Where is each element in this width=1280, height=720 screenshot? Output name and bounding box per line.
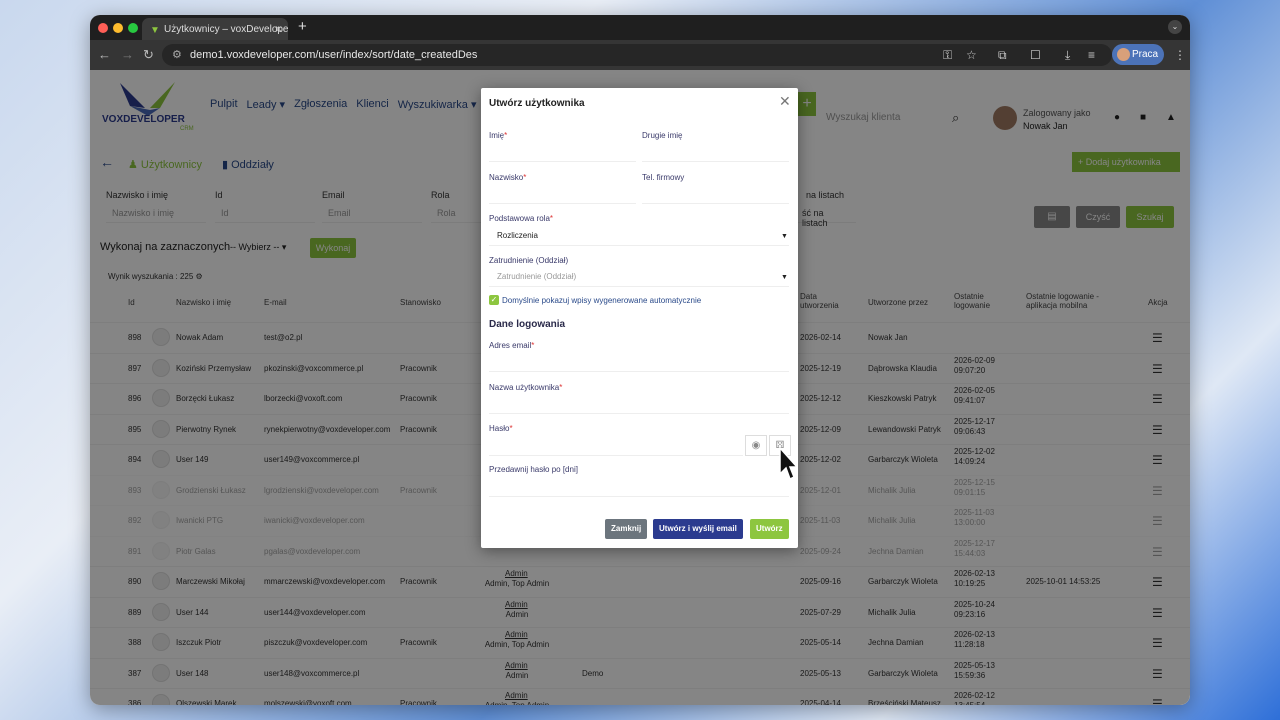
login-section-title: Dane logowania xyxy=(489,319,566,330)
reload-icon[interactable]: ↻ xyxy=(143,47,154,63)
base-role-caret-icon: ▼ xyxy=(781,233,788,240)
forward-icon[interactable]: → xyxy=(121,47,134,62)
create-and-send-email-button[interactable]: Utwórz i wyślij email xyxy=(653,519,743,539)
show-password-eye-icon[interactable]: ◉ xyxy=(745,435,767,456)
modal-close-icon[interactable]: ✕ xyxy=(779,93,791,110)
mouse-cursor-icon xyxy=(779,446,798,481)
site-info-icon[interactable]: ⚙ xyxy=(172,48,182,61)
create-user-modal: Utwórz użytkownika ✕ Imię* Drugie imię N… xyxy=(481,88,798,548)
maximize-window-button[interactable] xyxy=(128,23,138,33)
username-label: Nazwa użytkownika* xyxy=(489,383,563,392)
favicon-icon: ▼ xyxy=(150,25,160,36)
company-phone-input[interactable] xyxy=(642,184,789,204)
profile-button[interactable]: Praca xyxy=(1112,44,1164,65)
tab-title: Użytkownicy – voxDeveloper xyxy=(164,24,288,35)
browser-tab[interactable]: ▼ Użytkownicy – voxDeveloper × xyxy=(142,18,288,40)
base-role-label-text: Podstawowa rola xyxy=(489,214,550,223)
last-name-label-text: Nazwisko xyxy=(489,173,524,182)
password-expiry-label: Przedawnij hasło po [dni] xyxy=(489,465,578,474)
company-phone-label: Tel. firmowy xyxy=(642,173,685,182)
close-window-button[interactable] xyxy=(98,23,108,33)
create-button[interactable]: Utwórz xyxy=(750,519,789,539)
browser-menu-icon[interactable]: ⋮ xyxy=(1174,48,1186,62)
middle-name-label: Drugie imię xyxy=(642,131,683,140)
browser-window: ▼ Użytkownicy – voxDeveloper × + ⌄ ← → ↻… xyxy=(90,15,1190,705)
default-entries-label[interactable]: Domyślnie pokazuj wpisy wygenerowane aut… xyxy=(502,296,701,305)
email-label: Adres email* xyxy=(489,341,535,350)
extension-pin-icon[interactable]: ☐ xyxy=(1030,48,1041,62)
modal-title: Utwórz użytkownika xyxy=(489,98,585,109)
close-button[interactable]: Zamknij xyxy=(605,519,648,539)
tab-search-icon[interactable]: ⌄ xyxy=(1168,20,1182,34)
first-name-label-text: Imię xyxy=(489,131,505,140)
profile-label: Praca xyxy=(1132,49,1159,60)
password-key-icon[interactable]: ⚿ xyxy=(943,48,952,63)
first-name-label: Imię* xyxy=(489,131,508,140)
password-expiry-input[interactable] xyxy=(489,477,789,497)
base-role-select[interactable]: Rozliczenia xyxy=(489,226,789,246)
back-icon[interactable]: ← xyxy=(98,47,111,62)
email-label-text: Adres email xyxy=(489,341,532,350)
employment-select[interactable]: Zatrudnienie (Oddział) xyxy=(489,267,789,287)
first-name-input[interactable] xyxy=(489,142,636,162)
url-text: demo1.voxdeveloper.com/user/index/sort/d… xyxy=(190,49,478,61)
employment-caret-icon: ▼ xyxy=(781,274,788,281)
employment-label: Zatrudnienie (Oddział) xyxy=(489,256,569,265)
download-icon[interactable]: ⤓ xyxy=(1065,48,1070,63)
username-label-text: Nazwa użytkownika xyxy=(489,383,560,392)
minimize-window-button[interactable] xyxy=(113,23,123,33)
tab-bar: ▼ Użytkownicy – voxDeveloper × + ⌄ xyxy=(90,15,1190,40)
password-label-text: Hasło xyxy=(489,424,510,433)
middle-name-input[interactable] xyxy=(642,142,789,162)
close-tab-icon[interactable]: × xyxy=(275,22,282,36)
base-role-label: Podstawowa rola* xyxy=(489,214,554,223)
extensions-icon[interactable]: ⧉ xyxy=(998,48,1007,63)
address-toolbar: ← → ↻ ⚙ demo1.voxdeveloper.com/user/inde… xyxy=(90,40,1190,70)
bookmark-star-icon[interactable]: ☆ xyxy=(966,48,977,62)
app-page: VOXDEVELOPER CRM Pulpit Leady ▾ Zgłoszen… xyxy=(90,70,1190,705)
username-input[interactable] xyxy=(489,394,789,414)
new-tab-icon[interactable]: + xyxy=(298,18,307,35)
default-entries-checkbox[interactable]: ✓ xyxy=(489,295,499,305)
last-name-label: Nazwisko* xyxy=(489,173,527,182)
password-input[interactable] xyxy=(489,436,743,456)
password-label: Hasło* xyxy=(489,424,513,433)
last-name-input[interactable] xyxy=(489,184,636,204)
email-input[interactable] xyxy=(489,352,789,372)
media-icon[interactable]: ≡ xyxy=(1088,48,1095,62)
